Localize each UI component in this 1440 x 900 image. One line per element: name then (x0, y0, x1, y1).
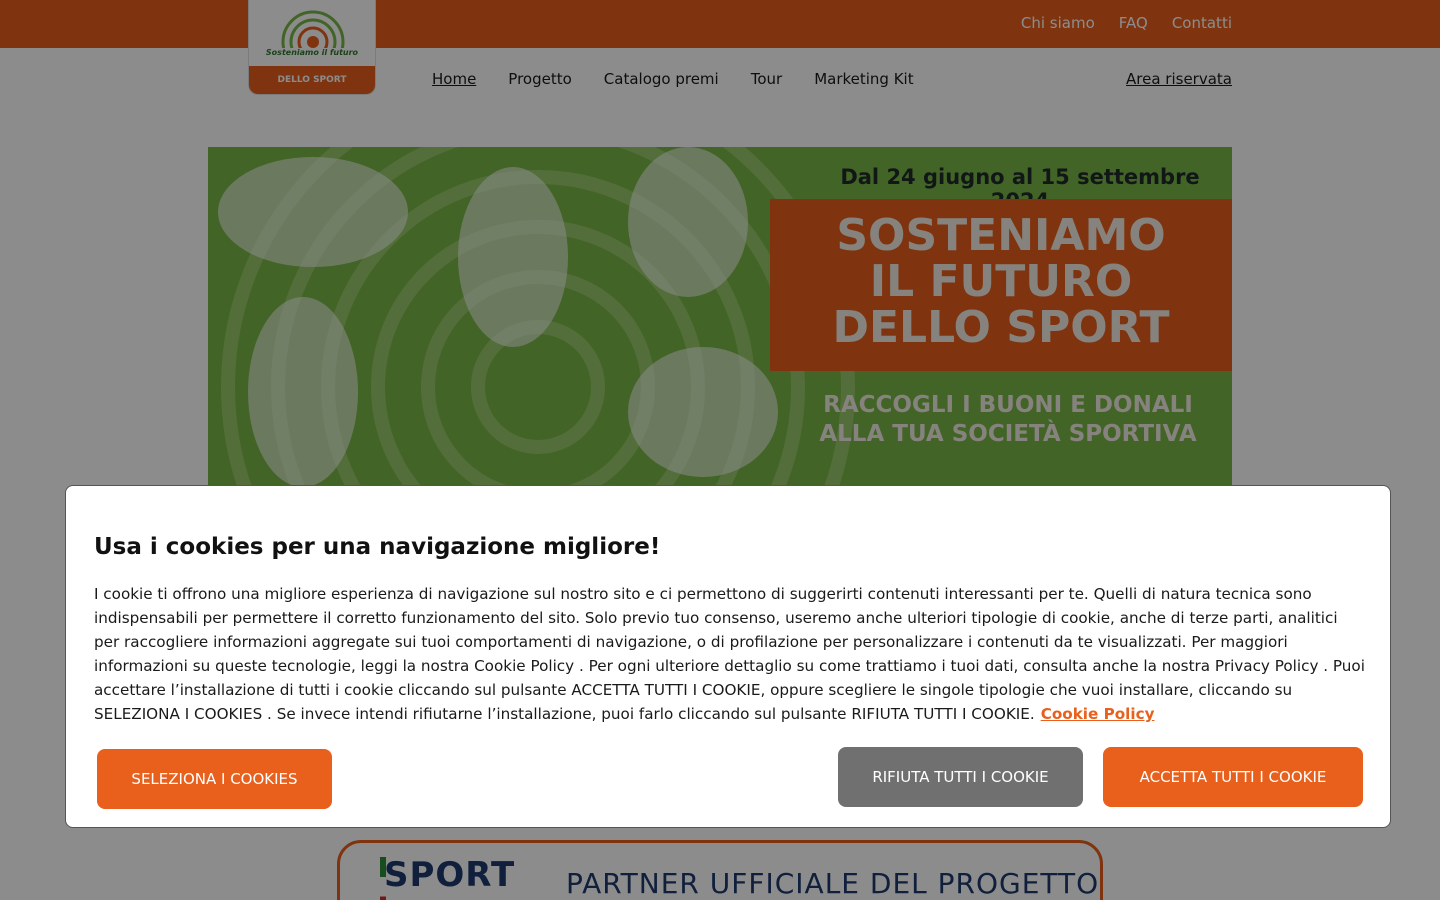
reject-all-cookies-button[interactable]: RIFIUTA TUTTI I COOKIE (838, 747, 1083, 807)
cookie-banner: Usa i cookies per una navigazione miglio… (65, 485, 1391, 828)
cookie-description: I cookie ti offrono una migliore esperie… (94, 582, 1366, 726)
cookie-policy-link[interactable]: Cookie Policy (1041, 705, 1155, 723)
cookie-body-text: I cookie ti offrono una migliore esperie… (94, 585, 1365, 723)
accept-all-cookies-button[interactable]: ACCETTA TUTTI I COOKIE (1103, 747, 1363, 807)
select-cookies-button[interactable]: SELEZIONA I COOKIES (97, 749, 332, 809)
cookie-title: Usa i cookies per una navigazione miglio… (94, 534, 661, 560)
